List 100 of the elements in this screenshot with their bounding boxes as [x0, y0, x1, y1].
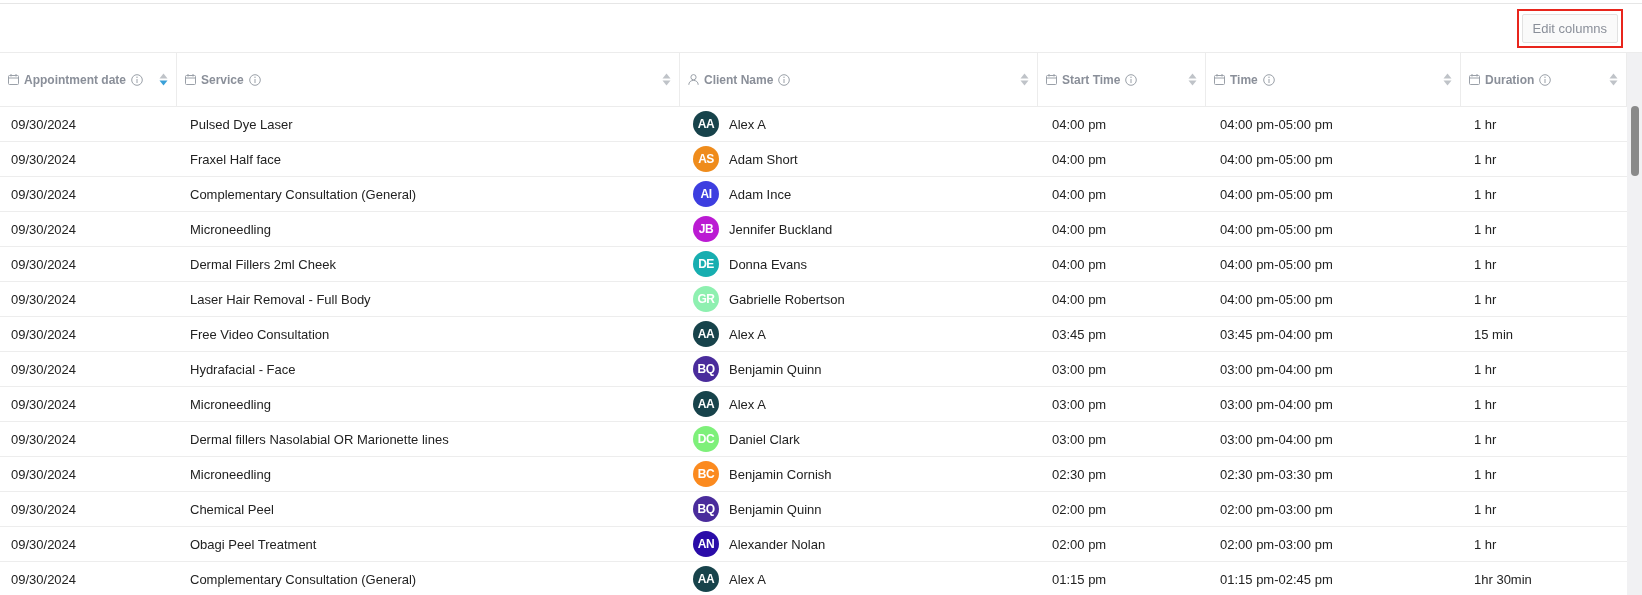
duration-cell-text: 1 hr [1473, 361, 1498, 377]
service-cell-text: Chemical Peel [189, 501, 275, 517]
date-cell-text: 09/30/2024 [10, 221, 78, 237]
time-range-cell-text: 03:00 pm-04:00 pm [1219, 361, 1334, 377]
start-time-cell-text: 03:00 pm [1051, 361, 1108, 377]
duration-cell-text: 1 hr [1473, 396, 1498, 412]
start-time-cell-text: 04:00 pm [1051, 221, 1108, 237]
calendar-icon [185, 74, 196, 85]
date-cell-text: 09/30/2024 [10, 396, 78, 412]
info-icon [1539, 73, 1552, 86]
service-cell-text: Free Video Consultation [189, 326, 331, 342]
date-cell-text: 09/30/2024 [10, 186, 78, 202]
sort-icon[interactable] [159, 73, 168, 86]
sort-icon[interactable] [1609, 73, 1618, 86]
date-cell-text: 09/30/2024 [10, 326, 78, 342]
client-name: Alex A [729, 396, 766, 412]
service-cell-text: Pulsed Dye Laser [189, 116, 294, 132]
service-cell-text: Microneedling [189, 466, 272, 482]
sort-icon[interactable] [1020, 73, 1029, 86]
time-range-cell-text: 01:15 pm-02:45 pm [1219, 571, 1334, 587]
duration-cell-text: 1 hr [1473, 221, 1498, 237]
info-icon [1125, 73, 1138, 86]
edit-columns-button[interactable]: Edit columns [1521, 13, 1618, 43]
duration-cell-text: 1 hr [1473, 501, 1498, 517]
avatar: AA [693, 391, 719, 417]
avatar: DE [693, 251, 719, 277]
client-name: Alex A [729, 326, 766, 342]
avatar: AA [693, 111, 719, 137]
start-time-cell-text: 02:00 pm [1051, 536, 1108, 552]
time-range-cell-text: 02:00 pm-03:00 pm [1219, 501, 1334, 517]
date-cell-text: 09/30/2024 [10, 361, 78, 377]
duration-cell-text: 15 min [1473, 326, 1515, 342]
avatar: GR [693, 286, 719, 312]
start-time-cell-text: 01:15 pm [1051, 571, 1108, 587]
duration-cell-text: 1hr 30min [1473, 571, 1533, 587]
calendar-icon [8, 74, 19, 85]
client-name: Adam Short [729, 151, 798, 167]
scroll-thumb[interactable] [1631, 106, 1639, 176]
date-cell-text: 09/30/2024 [10, 291, 78, 307]
duration-cell-text: 1 hr [1473, 186, 1498, 202]
column-header[interactable]: Duration [1485, 72, 1535, 87]
date-cell-text: 09/30/2024 [10, 431, 78, 447]
start-time-cell-text: 02:30 pm [1051, 466, 1108, 482]
avatar: AN [693, 531, 719, 557]
time-range-cell-text: 04:00 pm-05:00 pm [1219, 291, 1334, 307]
date-cell-text: 09/30/2024 [10, 536, 78, 552]
avatar: BC [693, 461, 719, 487]
column-header[interactable]: Time [1230, 72, 1258, 87]
calendar-icon [1214, 74, 1225, 85]
date-cell-text: 09/30/2024 [10, 116, 78, 132]
date-cell-text: 09/30/2024 [10, 466, 78, 482]
duration-cell-text: 1 hr [1473, 151, 1498, 167]
person-icon [688, 74, 699, 85]
info-icon [131, 73, 143, 86]
start-time-cell-text: 03:00 pm [1051, 396, 1108, 412]
service-cell-text: Complementary Consultation (General) [189, 186, 418, 202]
service-cell-text: Microneedling [189, 221, 272, 237]
duration-cell-text: 1 hr [1473, 291, 1498, 307]
info-icon [248, 73, 261, 86]
column-header[interactable]: Start Time [1062, 72, 1121, 87]
time-range-cell-text: 04:00 pm-05:00 pm [1219, 256, 1334, 272]
date-cell-text: 09/30/2024 [10, 571, 78, 587]
time-range-cell-text: 02:30 pm-03:30 pm [1219, 466, 1334, 482]
avatar: AA [693, 321, 719, 347]
client-name: Benjamin Cornish [729, 466, 832, 482]
service-cell-text: Obagi Peel Treatment [189, 536, 318, 552]
start-time-cell-text: 02:00 pm [1051, 501, 1108, 517]
time-range-cell-text: 04:00 pm-05:00 pm [1219, 186, 1334, 202]
duration-cell-text: 1 hr [1473, 536, 1498, 552]
client-name: Benjamin Quinn [729, 361, 822, 377]
info-icon [778, 73, 791, 86]
avatar: BQ [693, 496, 719, 522]
avatar: JB [693, 216, 719, 242]
duration-cell-text: 1 hr [1473, 256, 1498, 272]
scrollbar[interactable] [1627, 53, 1642, 595]
time-range-cell-text: 04:00 pm-05:00 pm [1219, 221, 1334, 237]
service-cell-text: Microneedling [189, 396, 272, 412]
service-cell-text: Hydrafacial - Face [189, 361, 297, 377]
start-time-cell-text: 04:00 pm [1051, 186, 1108, 202]
calendar-icon [1469, 74, 1480, 85]
service-cell-text: Dermal fillers Nasolabial OR Marionette lines [189, 431, 450, 447]
time-range-cell-text: 03:00 pm-04:00 pm [1219, 396, 1334, 412]
service-cell-text: Complementary Consultation (General) [189, 571, 418, 587]
column-header[interactable]: Client Name [704, 72, 774, 87]
sort-icon[interactable] [1188, 73, 1197, 86]
sort-icon[interactable] [1443, 73, 1452, 86]
column-header[interactable]: Appointment date [24, 72, 126, 87]
duration-cell-text: 1 hr [1473, 431, 1498, 447]
duration-cell-text: 1 hr [1473, 116, 1498, 132]
service-cell-text: Dermal Fillers 2ml Cheek [189, 256, 337, 272]
date-cell-text: 09/30/2024 [10, 501, 78, 517]
client-name: Adam Ince [729, 186, 792, 202]
column-header[interactable]: Service [201, 72, 244, 87]
time-range-cell-text: 04:00 pm-05:00 pm [1219, 116, 1334, 132]
sort-icon[interactable] [662, 73, 671, 86]
avatar: BQ [693, 356, 719, 382]
client-name: Jennifer Buckland [729, 221, 833, 237]
start-time-cell-text: 04:00 pm [1051, 151, 1108, 167]
avatar: AI [693, 181, 719, 207]
client-name: Daniel Clark [729, 431, 800, 447]
